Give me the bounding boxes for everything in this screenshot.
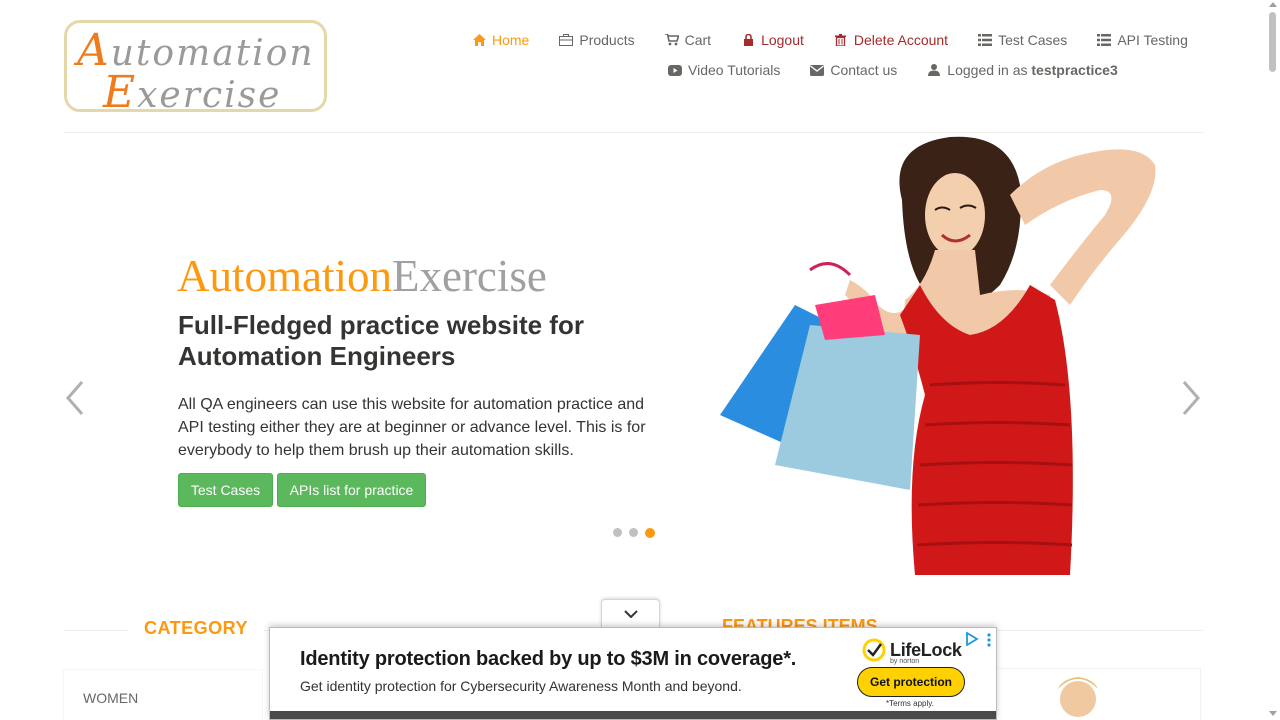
product-image xyxy=(1058,677,1098,717)
ad-subtext: Get identity protection for Cybersecurit… xyxy=(300,678,742,694)
ad-terms: *Terms apply. xyxy=(886,699,934,708)
logo-line-2: Exercise xyxy=(103,67,282,112)
nav-delete-account[interactable]: Delete Account xyxy=(834,32,948,48)
more-options-icon[interactable] xyxy=(985,632,993,648)
category-women[interactable]: WOMEN xyxy=(83,690,138,706)
logged-in-prefix: Logged in as xyxy=(947,62,1028,78)
chevron-down-icon xyxy=(623,609,638,618)
nav-video-tutorials-label: Video Tutorials xyxy=(688,62,781,78)
scroll-up-icon[interactable] xyxy=(1269,2,1277,7)
nav-home-label: Home xyxy=(492,32,530,48)
ad-headline: Identity protection backed by up to $3M … xyxy=(300,648,797,670)
test-cases-button[interactable]: Test Cases xyxy=(178,473,273,507)
adchoices-icon[interactable] xyxy=(965,632,979,646)
nav-row-1: Home Products Cart Logout Delete Account… xyxy=(472,32,1188,48)
lock-icon xyxy=(741,33,755,47)
ad-collapse-toggle[interactable] xyxy=(601,599,660,627)
slider-brand-part-2: Exercise xyxy=(391,251,547,301)
cart-icon xyxy=(664,33,679,47)
trash-icon xyxy=(834,33,848,47)
nav-contact-us[interactable]: Contact us xyxy=(810,62,897,78)
nav-logout[interactable]: Logout xyxy=(741,32,804,48)
checkmark-icon xyxy=(862,638,886,662)
hero-image xyxy=(720,136,1156,575)
logo-cap-e: E xyxy=(103,67,138,112)
nav-cart-label: Cart xyxy=(684,32,712,48)
logged-in-text: Logged in as testpractice3 xyxy=(947,62,1117,78)
slider-brand-title: AutomationExercise xyxy=(177,250,547,302)
envelope-icon xyxy=(810,63,825,77)
nav-products-label: Products xyxy=(579,32,635,48)
scroll-thumb[interactable] xyxy=(1269,12,1276,72)
nav-test-cases-label: Test Cases xyxy=(998,32,1068,48)
slider-prev-icon[interactable] xyxy=(62,378,88,418)
user-icon xyxy=(927,63,941,77)
products-icon xyxy=(559,33,574,47)
ad-brand: LifeLock by norton xyxy=(862,638,962,665)
nav-row-2: Video Tutorials Contact us Logged in as … xyxy=(668,62,1118,78)
nav-api-testing[interactable]: API Testing xyxy=(1097,32,1188,48)
nav-logged-in: Logged in as testpractice3 xyxy=(927,62,1118,78)
nav-api-testing-label: API Testing xyxy=(1117,32,1188,48)
get-protection-button[interactable]: Get protection xyxy=(857,667,965,697)
slider-description: All QA engineers can use this website fo… xyxy=(178,396,646,459)
nav-contact-us-label: Contact us xyxy=(830,62,898,78)
nav-video-tutorials[interactable]: Video Tutorials xyxy=(668,62,780,78)
page: Automation Exercise Home Products Cart L… xyxy=(0,0,1280,720)
slider-brand-part-1: Automation xyxy=(177,251,392,301)
nav-home[interactable]: Home xyxy=(472,32,529,48)
youtube-icon xyxy=(668,63,682,77)
slider-indicators xyxy=(613,527,655,538)
site-logo[interactable]: Automation Exercise xyxy=(64,20,327,112)
list-icon xyxy=(1097,33,1112,47)
ad-brand-by: by norton xyxy=(890,658,920,665)
slider-headline: Full-Fledged practice website for Automa… xyxy=(178,310,584,371)
nav-logout-label: Logout xyxy=(761,32,804,48)
header-divider xyxy=(64,132,1203,133)
nav-delete-account-label: Delete Account xyxy=(853,32,949,48)
product-card xyxy=(995,668,1201,720)
scroll-down-icon[interactable] xyxy=(1269,711,1277,716)
list-icon xyxy=(978,33,993,47)
slider-dot-2[interactable] xyxy=(629,528,638,537)
nav-cart[interactable]: Cart xyxy=(664,32,712,48)
slider-next-icon[interactable] xyxy=(1178,378,1204,418)
category-title: CATEGORY xyxy=(128,618,265,639)
slider-dot-1[interactable] xyxy=(613,528,622,537)
home-icon xyxy=(472,33,486,47)
logged-in-username: testpractice3 xyxy=(1031,62,1118,78)
logo-rest-2: xercise xyxy=(137,75,282,112)
nav-test-cases[interactable]: Test Cases xyxy=(978,32,1067,48)
page-scrollbar[interactable] xyxy=(1265,0,1280,720)
apis-list-button[interactable]: APIs list for practice xyxy=(277,473,426,507)
ad-banner[interactable]: Identity protection backed by up to $3M … xyxy=(269,627,997,720)
ad-bottom-bar xyxy=(270,711,996,719)
nav-products[interactable]: Products xyxy=(559,32,635,48)
slider-dot-3[interactable] xyxy=(645,527,655,538)
